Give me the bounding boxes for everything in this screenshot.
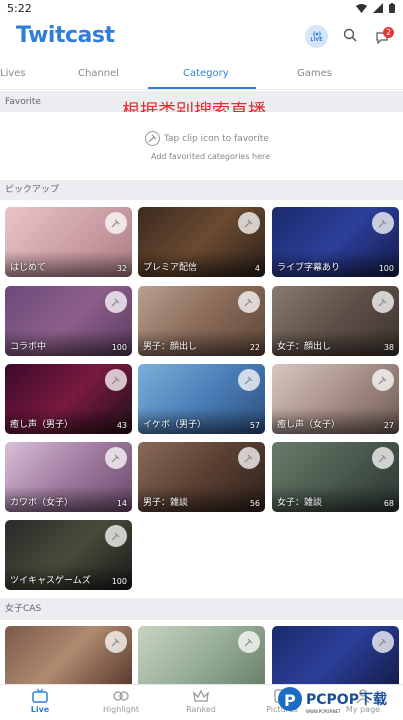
- tile-count: 4: [254, 264, 260, 273]
- pickup-title: ピックアップ: [5, 185, 60, 195]
- pcpop-logo-icon: P: [278, 687, 302, 711]
- category-tile[interactable]: 癒し声（女子） 27: [272, 364, 399, 434]
- clip-icon[interactable]: [372, 369, 394, 391]
- category-tile[interactable]: イケボ（男子） 57: [138, 364, 265, 434]
- tile-name: 男子：顔出し: [143, 342, 198, 352]
- svg-text:P: P: [284, 691, 296, 710]
- tab-games[interactable]: Games: [297, 68, 332, 79]
- tile-name: カワボ（女子）: [10, 498, 74, 508]
- tile-count: 27: [383, 421, 394, 430]
- favorite-hint: Tap clip icon to favorite: [145, 131, 269, 146]
- tile-name: 女子：雑談: [277, 498, 323, 508]
- tile-count: 57: [249, 421, 260, 430]
- category-tile[interactable]: ライブ字幕あり 100: [272, 207, 399, 277]
- clip-icon[interactable]: [238, 447, 260, 469]
- live-button-label: LIVE: [310, 37, 323, 43]
- joshi-cas-title: 女子CAS: [5, 604, 42, 614]
- tile-count: 38: [383, 343, 394, 352]
- nav-live[interactable]: Live: [10, 689, 70, 714]
- clip-icon[interactable]: [238, 631, 260, 653]
- tab-category[interactable]: Category: [183, 68, 229, 79]
- tile-name: 女子：顔出し: [277, 342, 332, 352]
- clip-icon[interactable]: [372, 291, 394, 313]
- tile-name: ライブ字幕あり: [277, 263, 341, 273]
- tile-name: コラボ中: [10, 342, 47, 352]
- category-tile[interactable]: 男子：顔出し 22: [138, 286, 265, 356]
- tab-lives[interactable]: Lives: [0, 68, 26, 79]
- clip-icon[interactable]: [105, 631, 127, 653]
- category-tile[interactable]: [5, 626, 132, 684]
- signal-icon: [373, 3, 383, 13]
- clip-icon[interactable]: [238, 212, 260, 234]
- status-icons: [356, 3, 395, 13]
- clip-icon[interactable]: [372, 631, 394, 653]
- category-tile[interactable]: ツイキャスゲームズ 100: [5, 520, 132, 590]
- category-tile[interactable]: [138, 626, 265, 684]
- joshi-cas-section-header: 女子CAS: [0, 598, 403, 620]
- tile-name: 癒し声（男子）: [10, 420, 74, 430]
- category-tile[interactable]: 癒し声（男子） 43: [5, 364, 132, 434]
- nav-live-label: Live: [30, 705, 50, 714]
- clip-icon: [145, 131, 160, 146]
- app-logo: Twitcast: [16, 23, 115, 48]
- favorite-title: Favorite: [5, 97, 41, 107]
- clip-icon[interactable]: [105, 447, 127, 469]
- clip-icon[interactable]: [372, 447, 394, 469]
- category-tile[interactable]: [272, 626, 399, 684]
- status-time: 5:22: [7, 2, 32, 15]
- nav-highlight-label: Highlight: [102, 705, 140, 714]
- watermark-sub: WWW.PCPOP.NET: [306, 708, 341, 714]
- clip-icon[interactable]: [105, 525, 127, 547]
- nav-ranked-label: Ranked: [186, 705, 216, 714]
- tile-name: はじめて: [10, 263, 47, 273]
- tile-count: 22: [249, 343, 260, 352]
- category-tile[interactable]: カワボ（女子） 14: [5, 442, 132, 512]
- category-tile[interactable]: プレミア配信 4: [138, 207, 265, 277]
- app-header: Twitcast LIVE 2: [0, 18, 403, 60]
- status-bar: 5:22: [0, 0, 403, 18]
- favorite-subtext: Add favorited categories here: [151, 152, 271, 161]
- pickup-section-header: ピックアップ: [0, 180, 403, 200]
- notification-badge: 2: [383, 27, 394, 38]
- clip-icon[interactable]: [372, 212, 394, 234]
- tile-name: プレミア配信: [143, 263, 198, 273]
- tile-count: 100: [111, 577, 127, 586]
- battery-icon: [389, 3, 395, 13]
- clip-icon[interactable]: [105, 212, 127, 234]
- tile-count: 100: [111, 343, 127, 352]
- clip-icon[interactable]: [238, 369, 260, 391]
- tv-icon: [32, 689, 48, 703]
- tile-count: 43: [116, 421, 127, 430]
- nav-highlight[interactable]: Highlight: [91, 689, 151, 714]
- wifi-icon: [356, 4, 367, 13]
- crown-icon: [193, 689, 209, 702]
- favorite-hint-text: Tap clip icon to favorite: [164, 133, 269, 144]
- category-tile[interactable]: はじめて 32: [5, 207, 132, 277]
- category-tile[interactable]: コラボ中 100: [5, 286, 132, 356]
- category-tile[interactable]: 女子：顔出し 38: [272, 286, 399, 356]
- tile-count: 100: [378, 264, 394, 273]
- category-tile[interactable]: 男子：雑談 56: [138, 442, 265, 512]
- tile-name: イケボ（男子）: [143, 420, 207, 430]
- search-icon[interactable]: [343, 28, 357, 42]
- tile-count: 56: [249, 499, 260, 508]
- clip-icon[interactable]: [105, 369, 127, 391]
- category-tile[interactable]: 女子：雑談 68: [272, 442, 399, 512]
- tile-name: 癒し声（女子）: [277, 420, 341, 430]
- live-broadcast-button[interactable]: LIVE: [305, 25, 328, 48]
- clip-icon[interactable]: [238, 291, 260, 313]
- watermark-brand: PCPOP下载: [306, 691, 387, 708]
- highlight-icon: [113, 691, 129, 701]
- tile-name: 男子：雑談: [143, 498, 189, 508]
- tile-name: ツイキャスゲームズ: [10, 576, 91, 586]
- clip-icon[interactable]: [105, 291, 127, 313]
- tile-count: 68: [383, 499, 394, 508]
- top-tabs: Lives Channel Category Games: [0, 60, 403, 90]
- active-tab-indicator: [148, 87, 256, 89]
- tab-channel[interactable]: Channel: [78, 68, 119, 79]
- tile-count: 14: [116, 499, 127, 508]
- tile-count: 32: [116, 264, 127, 273]
- watermark: P PCPOP下载 WWW.PCPOP.NET: [277, 682, 403, 720]
- nav-ranked[interactable]: Ranked: [171, 689, 231, 714]
